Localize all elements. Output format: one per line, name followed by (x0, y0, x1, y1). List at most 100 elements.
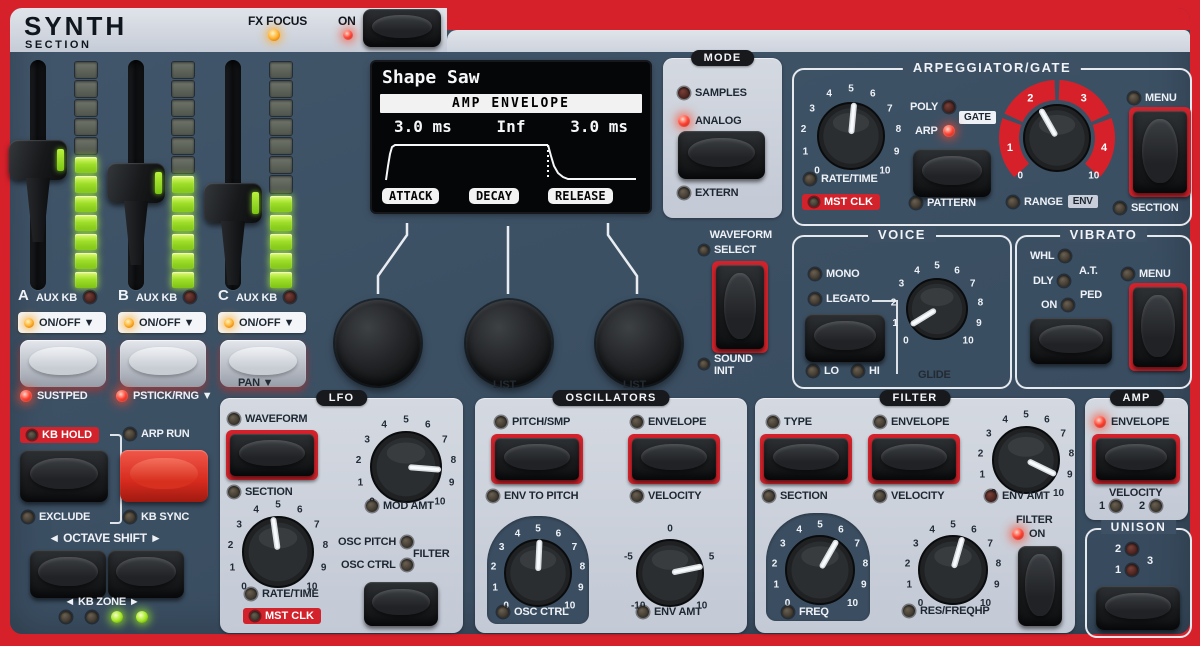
arp-arp-led (943, 125, 955, 137)
arp-run-led (124, 428, 136, 440)
svg-text:8: 8 (1069, 448, 1075, 459)
svg-text:6: 6 (1044, 415, 1050, 426)
decay-encoder-knob[interactable] (466, 300, 552, 386)
arp-run-indicator: ARP RUN (124, 428, 190, 440)
channel-a-button[interactable] (20, 340, 106, 387)
vibrato-ped-label: PED (1080, 289, 1102, 301)
mode-samples-led (678, 87, 690, 99)
osc-envelope-button[interactable] (632, 438, 716, 480)
osc-pitch-button[interactable] (495, 438, 579, 480)
svg-text:6: 6 (971, 525, 977, 536)
arp-gate-tag: GATE (959, 111, 996, 124)
arp-poly-led (943, 101, 955, 113)
fader-a-indicator (57, 149, 64, 171)
lfo-waveform-button[interactable] (230, 434, 314, 476)
filter-env-amt-led (985, 490, 997, 502)
osc-pitch-smp-led (495, 416, 507, 428)
amp-velocity-2-indicator: 2 (1139, 500, 1162, 512)
svg-text:4: 4 (796, 525, 802, 536)
channel-c-onoff: ON/OFF ▼ (218, 312, 306, 333)
svg-text:1: 1 (1007, 142, 1013, 154)
level-meter-b (172, 62, 194, 288)
svg-text:3: 3 (986, 428, 992, 439)
glide-knob[interactable]: 012345678910 (885, 257, 989, 361)
channel-a-letter: A (18, 287, 29, 304)
octave-up-button[interactable] (108, 550, 184, 598)
octave-down-button[interactable] (30, 550, 106, 598)
lfo-rate-led (245, 588, 257, 600)
exclude-led (22, 511, 34, 523)
arp-section-button[interactable] (1133, 111, 1187, 193)
osc-envelope-led (631, 416, 643, 428)
svg-text:2: 2 (228, 540, 234, 551)
filter-res-indicator: RES/FREQHP (903, 605, 990, 617)
filter-on-button[interactable] (1018, 546, 1062, 626)
channel-c-led (284, 291, 296, 303)
filter-type-button[interactable] (764, 438, 848, 480)
kb-hold-button[interactable] (20, 450, 108, 502)
synth-panel: SYNTH SECTION FX FOCUS ON A AUX KB B AUX… (0, 0, 1200, 646)
svg-text:1: 1 (358, 477, 364, 488)
lfo-dest-button[interactable] (364, 582, 438, 626)
svg-text:4: 4 (381, 420, 387, 431)
arp-pattern-led (910, 197, 922, 209)
kb-zone-led-3 (111, 611, 123, 623)
mode-samples-indicator: SAMPLES (678, 87, 747, 99)
kb-hold-tag: KB HOLD (20, 427, 99, 443)
svg-text:5: 5 (403, 415, 409, 426)
arp-section-button-frame (1129, 107, 1191, 197)
mode-button[interactable] (678, 131, 765, 179)
svg-text:10: 10 (963, 336, 975, 347)
vibrato-mode-button[interactable] (1030, 318, 1112, 364)
waveform-select-button[interactable] (716, 265, 764, 349)
filter-type-led (767, 416, 779, 428)
channel-b-button[interactable] (120, 340, 206, 387)
release-encoder-knob[interactable] (596, 300, 682, 386)
lfo-waveform-button-frame (226, 430, 318, 480)
vibrato-menu-button[interactable] (1133, 287, 1183, 367)
lfo-rate-indicator: RATE/TIME (245, 588, 319, 600)
arp-run-button[interactable] (120, 450, 208, 502)
display-sustain-value: Inf (497, 117, 526, 136)
arp-poly-indicator: POLY (910, 101, 955, 113)
synth-on-button[interactable] (363, 9, 441, 47)
display-softkey-release: RELEASE (548, 188, 613, 204)
svg-text:3: 3 (364, 434, 370, 445)
top-red-band (447, 8, 1190, 30)
svg-text:7: 7 (1060, 428, 1066, 439)
svg-text:6: 6 (870, 89, 876, 100)
fader-c-indicator (252, 192, 259, 214)
mode-section: MODE SAMPLES ANALOG EXTERN (663, 58, 782, 218)
header-strip (447, 30, 1190, 52)
arp-mode-button[interactable] (913, 149, 991, 197)
channel-c-letter: C (218, 287, 229, 304)
channel-b-led (184, 291, 196, 303)
svg-text:0: 0 (903, 336, 909, 347)
voice-mono-led (809, 268, 821, 280)
filter-on-led (1012, 528, 1024, 540)
arp-range-knob[interactable]: 1234010 (997, 78, 1117, 198)
arp-env-tag: ENV (1068, 195, 1098, 208)
amp-envelope-button[interactable] (1096, 438, 1176, 480)
svg-text:5: 5 (950, 520, 956, 531)
attack-encoder-knob[interactable] (335, 300, 421, 386)
svg-text:6: 6 (425, 420, 431, 431)
svg-text:1: 1 (773, 580, 779, 591)
osc-pitch-button-frame (491, 434, 583, 484)
svg-text:1: 1 (492, 582, 498, 593)
vibrato-whl-led (1059, 250, 1071, 262)
svg-text:3: 3 (236, 519, 242, 530)
filter-envelope-button[interactable] (872, 438, 956, 480)
osc-ctrl-led (497, 606, 509, 618)
fx-focus-label: FX FOCUS (248, 14, 307, 28)
lfo-waveform-led (228, 413, 240, 425)
svg-text:4: 4 (1101, 142, 1108, 154)
fader-c-handle[interactable] (204, 183, 262, 287)
lfo-osc-ctrl-led (401, 559, 413, 571)
channel-a-led (84, 291, 96, 303)
exclude-indicator: EXCLUDE (22, 511, 90, 523)
voice-lo-indicator: LO (807, 365, 839, 377)
fader-a-handle[interactable] (9, 140, 67, 244)
unison-button[interactable] (1096, 586, 1180, 630)
fader-b-handle[interactable] (107, 163, 165, 267)
